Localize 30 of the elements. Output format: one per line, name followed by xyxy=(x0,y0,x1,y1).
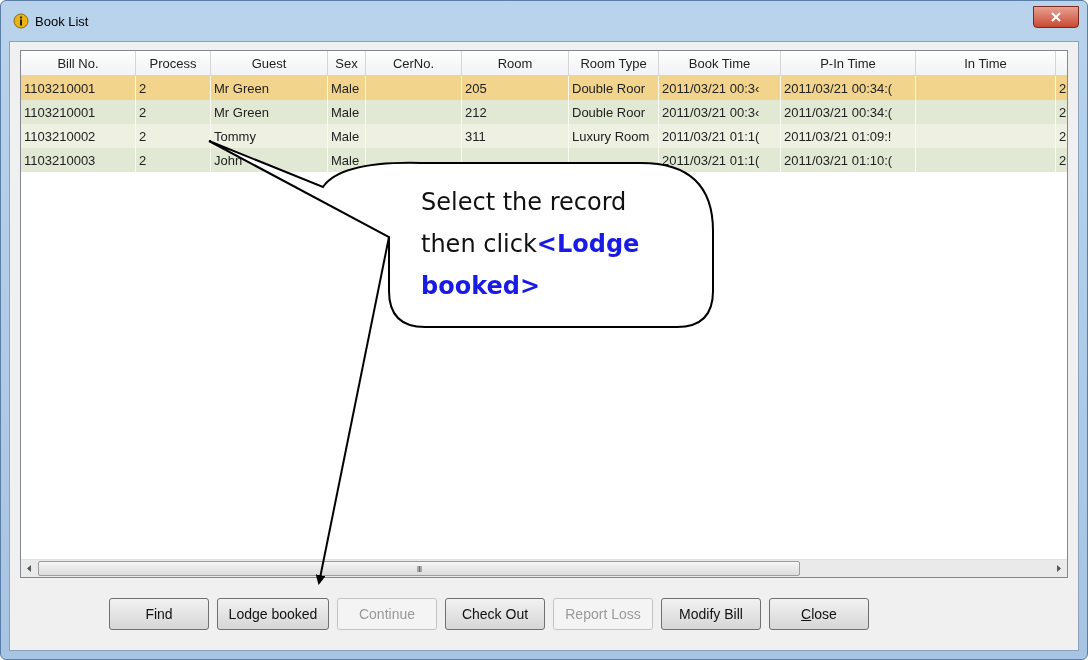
column-header[interactable]: CerNo. xyxy=(366,51,462,75)
column-header[interactable]: Sex xyxy=(328,51,366,75)
close-button[interactable] xyxy=(1033,6,1079,28)
grip-text: III xyxy=(416,563,422,574)
action-button[interactable]: Check Out xyxy=(445,598,545,630)
column-header[interactable]: Guest xyxy=(211,51,328,75)
action-button[interactable]: Lodge booked xyxy=(217,598,329,630)
table-cell: 2011/03/21 01:10:( xyxy=(781,148,916,172)
column-header[interactable]: Room xyxy=(462,51,569,75)
table-cell: 2 xyxy=(1056,148,1067,172)
column-header[interactable]: Process xyxy=(136,51,211,75)
info-icon xyxy=(13,13,29,29)
scrollbar-thumb[interactable]: III xyxy=(38,561,800,576)
column-header[interactable]: Bill No. xyxy=(21,51,136,75)
table-cell: 2 xyxy=(136,148,211,172)
close-icon xyxy=(1051,12,1061,22)
horizontal-scrollbar[interactable]: III xyxy=(21,559,1067,577)
window-title: Book List xyxy=(35,13,89,29)
table-row[interactable]: 1103210002 2 Tommy Male 311 Luxury Room 2011/03/21 01:1( 2011/03/21 01:09:! 2 xyxy=(21,124,1067,148)
table-cell: 1103210003 xyxy=(21,148,136,172)
column-header[interactable]: P-In Time xyxy=(781,51,916,75)
callout-text: Select the record then click<Lodge booked> xyxy=(421,187,641,302)
action-button[interactable]: Modify Bill xyxy=(661,598,761,630)
column-header[interactable]: Book Time xyxy=(659,51,781,75)
column-header[interactable]: In Time xyxy=(916,51,1056,75)
table-row[interactable]: 1103210001 2 Mr Green Male 205 Double Roor 2011/03/21 00:3‹ 2011/03/21 00:34:( 2 xyxy=(21,76,1067,100)
action-button[interactable]: Find xyxy=(109,598,209,630)
table-row[interactable]: 1103210001 2 Mr Green Male 212 Double Roor 2011/03/21 00:3‹ 2011/03/21 00:34:( 2 xyxy=(21,100,1067,124)
action-button[interactable]: Close xyxy=(769,598,869,630)
column-header[interactable]: Room Type xyxy=(569,51,659,75)
